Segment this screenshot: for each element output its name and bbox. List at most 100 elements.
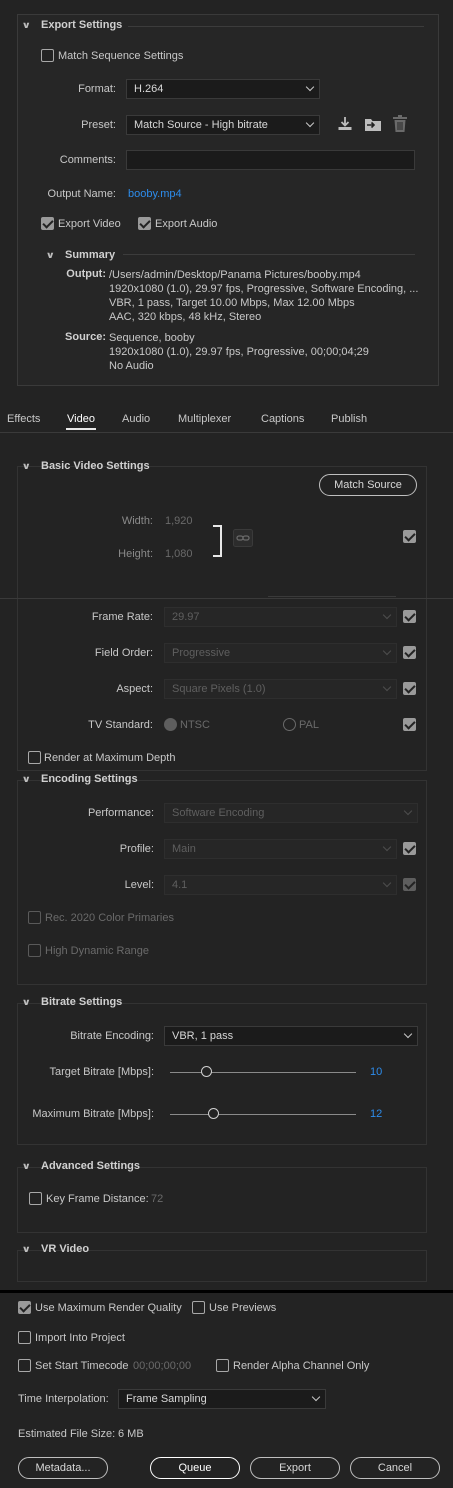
key-frame-checkbox[interactable] [29,1192,42,1205]
field-order-select[interactable]: Progressive [164,643,397,663]
target-bitrate-knob[interactable] [201,1066,212,1077]
aspect-label: Aspect: [116,683,153,695]
summary-output-line: VBR, 1 pass, Target 10.00 Mbps, Max 12.0… [109,297,355,309]
queue-button[interactable]: Queue [150,1457,240,1479]
height-value[interactable]: 1,080 [165,548,193,560]
preset-select[interactable]: Match Source - High bitrate [126,115,320,135]
bitrate-encoding-label: Bitrate Encoding: [70,1030,154,1042]
bitrate-encoding-select[interactable]: VBR, 1 pass [164,1026,418,1046]
tab-video[interactable]: Video [67,413,95,425]
chevron-down-icon [305,82,315,92]
summary-source-label: Source: [65,331,106,343]
import-preset-icon[interactable] [364,116,382,132]
profile-label: Profile: [119,843,154,855]
chevron-down-icon: ∨ [45,249,56,260]
render-alpha-checkbox[interactable] [216,1359,229,1372]
target-bitrate-track[interactable] [170,1072,356,1073]
frame-rate-label: Frame Rate: [91,611,153,623]
encoding-header[interactable]: ∨ Encoding Settings [21,773,138,785]
level-select[interactable]: 4.1 [164,875,397,895]
performance-select[interactable]: Software Encoding [164,803,418,823]
chevron-down-icon: ∨ [21,1160,32,1171]
chevron-down-icon [403,1029,413,1039]
est-size-value: 6 MB [118,1428,144,1440]
target-bitrate-value[interactable]: 10 [370,1066,382,1078]
performance-label: Performance: [87,807,154,819]
use-previews-checkbox[interactable] [192,1301,205,1314]
use-previews-label: Use Previews [209,1302,277,1314]
set-start-timecode-checkbox[interactable] [18,1359,31,1372]
link-bracket-icon [213,525,222,557]
tab-effects[interactable]: Effects [7,413,40,425]
output-name-link[interactable]: booby.mp4 [128,188,182,200]
chevron-down-icon [382,842,392,852]
preset-label: Preset: [81,119,116,131]
metadata-button[interactable]: Metadata... [18,1457,108,1479]
level-override-checkbox[interactable] [403,878,416,891]
start-timecode-value[interactable]: 00;00;00;00 [133,1360,191,1372]
scroll-divider [0,598,453,599]
chevron-down-icon: ∨ [21,773,32,784]
use-max-render-label: Use Maximum Render Quality [35,1302,182,1314]
chevron-down-icon: ∨ [21,1243,32,1254]
cancel-button[interactable]: Cancel [350,1457,440,1479]
match-sequence-checkbox[interactable] [41,49,54,62]
aspect-select[interactable]: Square Pixels (1.0) [164,679,397,699]
time-interp-label: Time Interpolation: [18,1393,109,1405]
key-frame-value[interactable]: 72 [151,1193,163,1205]
hdr-checkbox[interactable] [28,944,41,957]
aspect-override-checkbox[interactable] [403,682,416,695]
export-audio-checkbox[interactable] [138,217,151,230]
delete-preset-icon[interactable] [392,115,408,133]
field-order-label: Field Order: [94,647,153,659]
profile-select[interactable]: Main [164,839,397,859]
summary-output-line: 1920x1080 (1.0), 29.97 fps, Progressive,… [109,283,419,295]
export-settings-header[interactable]: ∨ Export Settings [22,19,123,31]
summary-divider [123,254,415,255]
ntsc-radio[interactable] [164,718,177,731]
rec2020-checkbox[interactable] [28,911,41,924]
format-select[interactable]: H.264 [126,79,320,99]
height-label: Height: [118,548,153,560]
summary-source-line: Sequence, booby [109,332,195,344]
export-audio-label: Export Audio [155,218,218,230]
summary-header[interactable]: ∨ Summary [45,249,116,261]
width-value[interactable]: 1,920 [165,515,193,527]
comments-input[interactable] [126,150,415,170]
tv-standard-override-checkbox[interactable] [403,718,416,731]
import-into-project-label: Import Into Project [35,1332,125,1344]
pal-radio[interactable] [283,718,296,731]
time-interp-select[interactable]: Frame Sampling [118,1389,326,1409]
bitrate-header[interactable]: ∨ Bitrate Settings [22,996,123,1008]
render-max-depth-checkbox[interactable] [28,751,41,764]
summary-output-label: Output: [66,268,106,280]
max-bitrate-value[interactable]: 12 [370,1108,382,1120]
link-icon[interactable] [233,529,253,547]
tab-captions[interactable]: Captions [261,413,304,425]
vr-header[interactable]: ∨ VR Video [21,1243,90,1255]
export-video-checkbox[interactable] [41,217,54,230]
export-video-label: Export Video [58,218,121,230]
tab-audio[interactable]: Audio [122,413,150,425]
chevron-down-icon [382,878,392,888]
max-bitrate-track[interactable] [170,1114,356,1115]
hdr-label: High Dynamic Range [45,945,149,957]
frame-rate-override-checkbox[interactable] [403,610,416,623]
save-preset-icon[interactable] [337,116,353,132]
size-override-checkbox[interactable] [403,530,416,543]
chevron-down-icon: ∨ [21,460,32,471]
basic-video-header[interactable]: ∨ Basic Video Settings [21,460,150,472]
profile-override-checkbox[interactable] [403,842,416,855]
tab-multiplexer[interactable]: Multiplexer [178,413,231,425]
tab-publish[interactable]: Publish [331,413,367,425]
export-button[interactable]: Export [250,1457,340,1479]
frame-rate-select[interactable]: 29.97 [164,607,397,627]
max-bitrate-knob[interactable] [208,1108,219,1119]
key-frame-label: Key Frame Distance: [46,1193,149,1205]
match-source-button[interactable]: Match Source [319,474,417,496]
advanced-header[interactable]: ∨ Advanced Settings [21,1160,141,1172]
import-into-project-checkbox[interactable] [18,1331,31,1344]
width-label: Width: [121,515,153,527]
use-max-render-checkbox[interactable] [18,1301,31,1314]
field-order-override-checkbox[interactable] [403,646,416,659]
